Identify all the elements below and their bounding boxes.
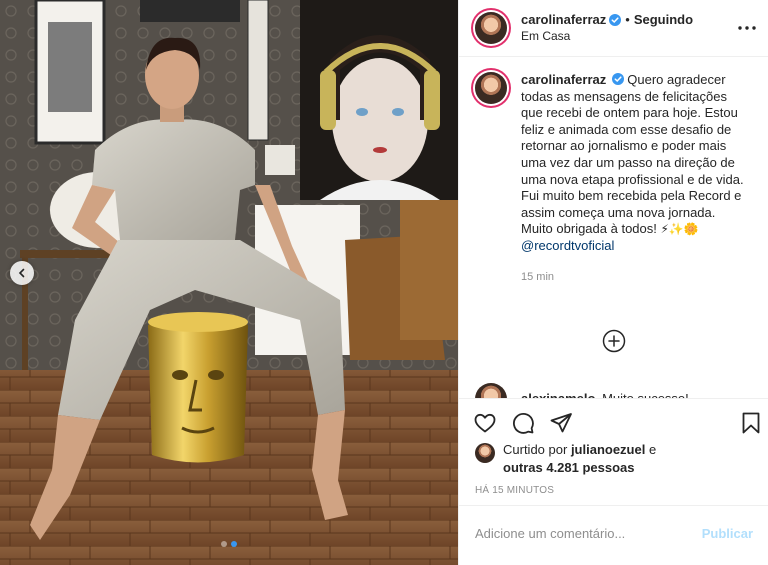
- post-header: carolinaferraz • Seguindo Em Casa: [459, 0, 768, 57]
- more-options-icon[interactable]: [737, 16, 757, 40]
- author-avatar[interactable]: [475, 12, 507, 44]
- post-photo-image: [0, 0, 458, 565]
- carousel-dot: [221, 541, 227, 547]
- author-username[interactable]: carolinaferraz: [521, 12, 606, 28]
- likes-connector: e: [648, 442, 657, 457]
- post-timestamp[interactable]: HÁ 15 MINUTOS: [475, 485, 554, 496]
- caption-text: Quero agradecer todas as mensagens de fe…: [521, 72, 744, 220]
- comment-input[interactable]: [475, 526, 702, 541]
- header-separator: •: [625, 12, 630, 27]
- caption-thanks: Muito obrigada à todos!: [521, 221, 657, 237]
- verified-badge-icon: [612, 73, 625, 85]
- liker-avatar[interactable]: [475, 443, 495, 463]
- following-button[interactable]: Seguindo: [634, 12, 693, 28]
- save-bookmark-icon[interactable]: [739, 411, 763, 435]
- likes-prefix: Curtido por: [503, 442, 568, 457]
- caption-username[interactable]: carolinaferraz: [521, 72, 606, 87]
- add-comment-bar: Publicar: [459, 505, 768, 561]
- previous-slide-button[interactable]: [10, 261, 34, 285]
- chevron-left-icon: [18, 268, 25, 278]
- comment-bubble-icon[interactable]: [511, 411, 535, 435]
- post-location[interactable]: Em Casa: [521, 28, 693, 44]
- post-side-panel: carolinaferraz • Seguindo Em Casa caroli…: [458, 0, 768, 565]
- liker-username[interactable]: julianoezuel: [571, 442, 645, 457]
- action-bar: [459, 398, 768, 446]
- carousel-dot-active: [231, 541, 237, 547]
- mention-link[interactable]: @recordtvoficial: [521, 238, 614, 253]
- more-dots-icon: [738, 26, 756, 30]
- likes-summary: Curtido por julianoezuel e outras 4.281 …: [475, 441, 656, 477]
- likes-others-link[interactable]: outras 4.281 pessoas: [503, 460, 635, 475]
- like-heart-icon[interactable]: [473, 411, 497, 435]
- caption-emojis: ⚡✨🌼: [660, 222, 699, 237]
- carousel-indicator: [0, 541, 458, 547]
- share-send-icon[interactable]: [549, 411, 573, 435]
- post-caption: carolinaferraz Quero agradecer todas as …: [475, 72, 760, 285]
- caption-avatar[interactable]: [475, 72, 507, 104]
- publish-button[interactable]: Publicar: [702, 526, 753, 541]
- caption-time: 15 min: [521, 270, 555, 283]
- load-more-comments-icon[interactable]: [602, 329, 626, 353]
- verified-badge-icon: [609, 14, 622, 26]
- post-photo[interactable]: [0, 0, 458, 565]
